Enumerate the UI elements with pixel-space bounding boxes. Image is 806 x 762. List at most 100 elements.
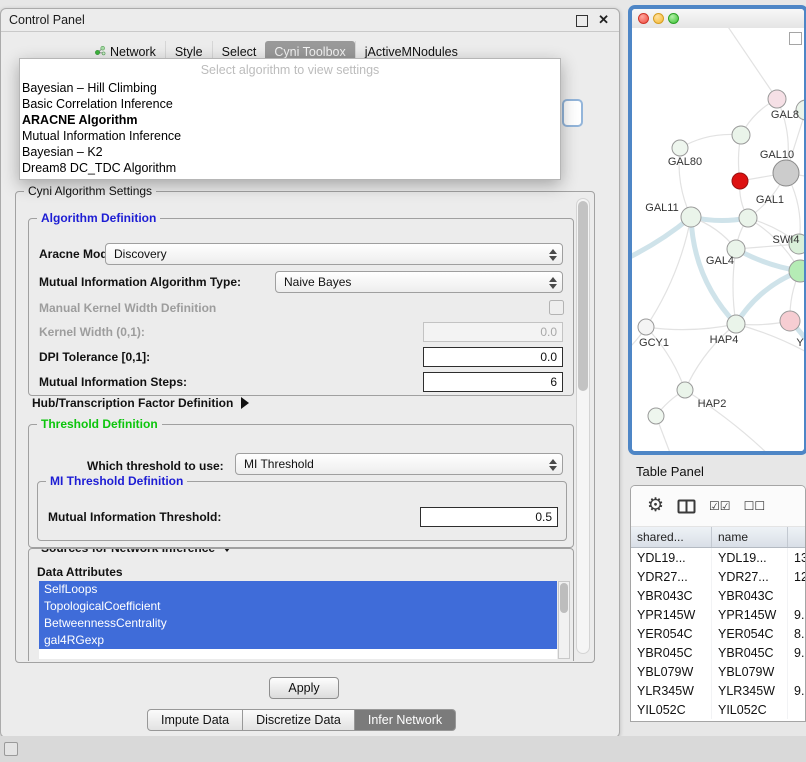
mi-algorithm-type-combo[interactable]: Naive Bayes xyxy=(275,271,563,293)
column-header-shared[interactable]: shared... xyxy=(631,527,712,547)
manual-kernel-width-checkbox[interactable] xyxy=(549,300,564,315)
table-cell[interactable]: YBR045C xyxy=(631,643,712,662)
table-cell[interactable]: 9. xyxy=(788,605,805,624)
control-panel-window: Control Panel ✕ NetworkStyleSelectCyni T… xyxy=(0,8,620,738)
which-threshold-combo[interactable]: MI Threshold xyxy=(235,453,563,475)
graph-node[interactable] xyxy=(681,207,701,227)
close-traffic-light[interactable] xyxy=(638,13,649,24)
table-row[interactable]: YDL19...YDL19...13 xyxy=(631,548,805,567)
mi-threshold-field[interactable] xyxy=(420,507,558,527)
table-row[interactable]: YBR045CYBR045C9. xyxy=(631,643,805,662)
network-icon xyxy=(94,45,106,59)
table-cell[interactable]: YBR043C xyxy=(712,586,788,605)
attribute-item-selfloops[interactable]: SelfLoops xyxy=(39,581,557,598)
node-label: SWI4 xyxy=(773,234,800,246)
table-cell[interactable]: YBR043C xyxy=(631,586,712,605)
table-row[interactable]: YPR145WYPR145W9. xyxy=(631,605,805,624)
table-cell[interactable]: 9. xyxy=(788,681,805,700)
table-cell[interactable]: YDL19... xyxy=(631,548,712,567)
table-cell[interactable]: 13 xyxy=(788,548,805,567)
table-cell[interactable]: YLR345W xyxy=(712,681,788,700)
table-columns-icon[interactable] xyxy=(677,499,696,514)
table-cell[interactable]: YDR27... xyxy=(712,567,788,586)
table-cell[interactable]: YDL19... xyxy=(712,548,788,567)
bottom-tab-infer-network[interactable]: Infer Network xyxy=(355,709,456,731)
algorithm-option-bayesian-hill-climbing[interactable]: Bayesian – Hill Climbing xyxy=(20,80,560,96)
minimize-traffic-light[interactable] xyxy=(653,13,664,24)
network-canvas-container[interactable]: GAL8GAL80GAL10GAL11GAL1SWI4GAL4GCY1HAP4Y… xyxy=(632,28,804,451)
table-row[interactable]: YBL079WYBL079W xyxy=(631,662,805,681)
graph-node[interactable] xyxy=(789,260,804,282)
table-cell[interactable]: YER054C xyxy=(712,624,788,643)
algorithm-option-aracne-algorithm[interactable]: ARACNE Algorithm xyxy=(20,112,560,128)
apply-button[interactable]: Apply xyxy=(269,677,339,699)
table-cell[interactable] xyxy=(788,586,805,605)
algorithm-popup-placeholder: Select algorithm to view settings xyxy=(20,59,560,80)
algorithm-definition-group: Algorithm Definition Aracne Mode: Discov… xyxy=(28,218,574,396)
bottom-tab-impute-data[interactable]: Impute Data xyxy=(147,709,243,731)
table-cell[interactable]: YIL052C xyxy=(631,700,712,719)
algorithm-option-mutual-information-inference[interactable]: Mutual Information Inference xyxy=(20,128,560,144)
table-row[interactable]: YBR043CYBR043C xyxy=(631,586,805,605)
settings-scrollbar[interactable] xyxy=(576,198,590,654)
table-cell[interactable] xyxy=(788,700,805,719)
table-cell[interactable]: 8. xyxy=(788,624,805,643)
graph-node[interactable] xyxy=(648,408,664,424)
table-cell[interactable]: YBL079W xyxy=(712,662,788,681)
close-icon[interactable]: ✕ xyxy=(598,12,609,28)
table-row[interactable]: YDR27...YDR27...12 xyxy=(631,567,805,586)
table-row[interactable]: YIL052CYIL052C xyxy=(631,700,805,719)
table-cell[interactable] xyxy=(788,662,805,681)
graph-node[interactable] xyxy=(732,126,750,144)
table-cell[interactable]: YLR345W xyxy=(631,681,712,700)
hub-definition-section[interactable]: Hub/Transcription Factor Definition xyxy=(32,396,249,410)
network-canvas[interactable]: GAL8GAL80GAL10GAL11GAL1SWI4GAL4GCY1HAP4Y… xyxy=(632,28,804,455)
select-all-checks-icon[interactable]: ☑☑ xyxy=(709,499,731,513)
node-label: GAL80 xyxy=(668,156,702,168)
birdseye-toggle-icon[interactable] xyxy=(789,32,802,45)
float-window-icon[interactable] xyxy=(576,15,588,27)
table-cell[interactable]: YBR045C xyxy=(712,643,788,662)
table-cell[interactable]: YDR27... xyxy=(631,567,712,586)
graph-node[interactable] xyxy=(672,140,688,156)
graph-node[interactable] xyxy=(638,319,654,335)
table-cell[interactable]: YER054C xyxy=(631,624,712,643)
attribute-item-gal4rgexp[interactable]: gal4RGexp xyxy=(39,632,557,649)
table-row[interactable]: YER054CYER054C8. xyxy=(631,624,805,643)
scrollbar-thumb[interactable] xyxy=(560,583,568,613)
graph-node[interactable] xyxy=(739,209,757,227)
graph-node[interactable] xyxy=(773,160,799,186)
algorithm-option-basic-correlation-inference[interactable]: Basic Correlation Inference xyxy=(20,96,560,112)
kernel-width-field[interactable] xyxy=(423,322,563,342)
table-cell[interactable]: 12 xyxy=(788,567,805,586)
gear-icon[interactable]: ⚙ xyxy=(647,496,664,516)
table-cell[interactable]: 9. xyxy=(788,643,805,662)
algorithm-option-dream8-dc-tdc-algorithm[interactable]: Dream8 DC_TDC Algorithm xyxy=(20,160,560,176)
dpi-tolerance-field[interactable] xyxy=(423,347,563,367)
zoom-traffic-light[interactable] xyxy=(668,13,679,24)
attribute-item-betweennesscentrality[interactable]: BetweennessCentrality xyxy=(39,615,557,632)
graph-node[interactable] xyxy=(727,315,745,333)
column-header-name[interactable]: name xyxy=(712,527,788,547)
mi-threshold-definition-title: MI Threshold Definition xyxy=(46,474,187,488)
scrollbar-thumb[interactable] xyxy=(578,201,588,391)
aracne-mode-combo[interactable]: Discovery xyxy=(105,243,563,265)
table-cell[interactable]: YBL079W xyxy=(631,662,712,681)
column-header-hidden[interactable] xyxy=(788,527,805,547)
deselect-all-checks-icon[interactable]: ☐☐ xyxy=(744,499,766,513)
attributes-scrollbar[interactable] xyxy=(558,581,570,659)
algorithm-option-bayesian-k2[interactable]: Bayesian – K2 xyxy=(20,144,560,160)
mi-steps-field[interactable] xyxy=(423,372,563,392)
graph-node[interactable] xyxy=(677,382,693,398)
graph-node[interactable] xyxy=(768,90,786,108)
graph-node[interactable] xyxy=(732,173,748,189)
tab-label: Style xyxy=(175,45,203,59)
table-row[interactable]: YLR345WYLR345W9. xyxy=(631,681,805,700)
graph-node[interactable] xyxy=(780,311,800,331)
sources-title[interactable]: Sources for Network Inference xyxy=(37,548,237,555)
table-cell[interactable]: YPR145W xyxy=(631,605,712,624)
attribute-item-topologicalcoefficient[interactable]: TopologicalCoefficient xyxy=(39,598,557,615)
table-cell[interactable]: YPR145W xyxy=(712,605,788,624)
table-cell[interactable]: YIL052C xyxy=(712,700,788,719)
bottom-tab-discretize-data[interactable]: Discretize Data xyxy=(243,709,355,731)
